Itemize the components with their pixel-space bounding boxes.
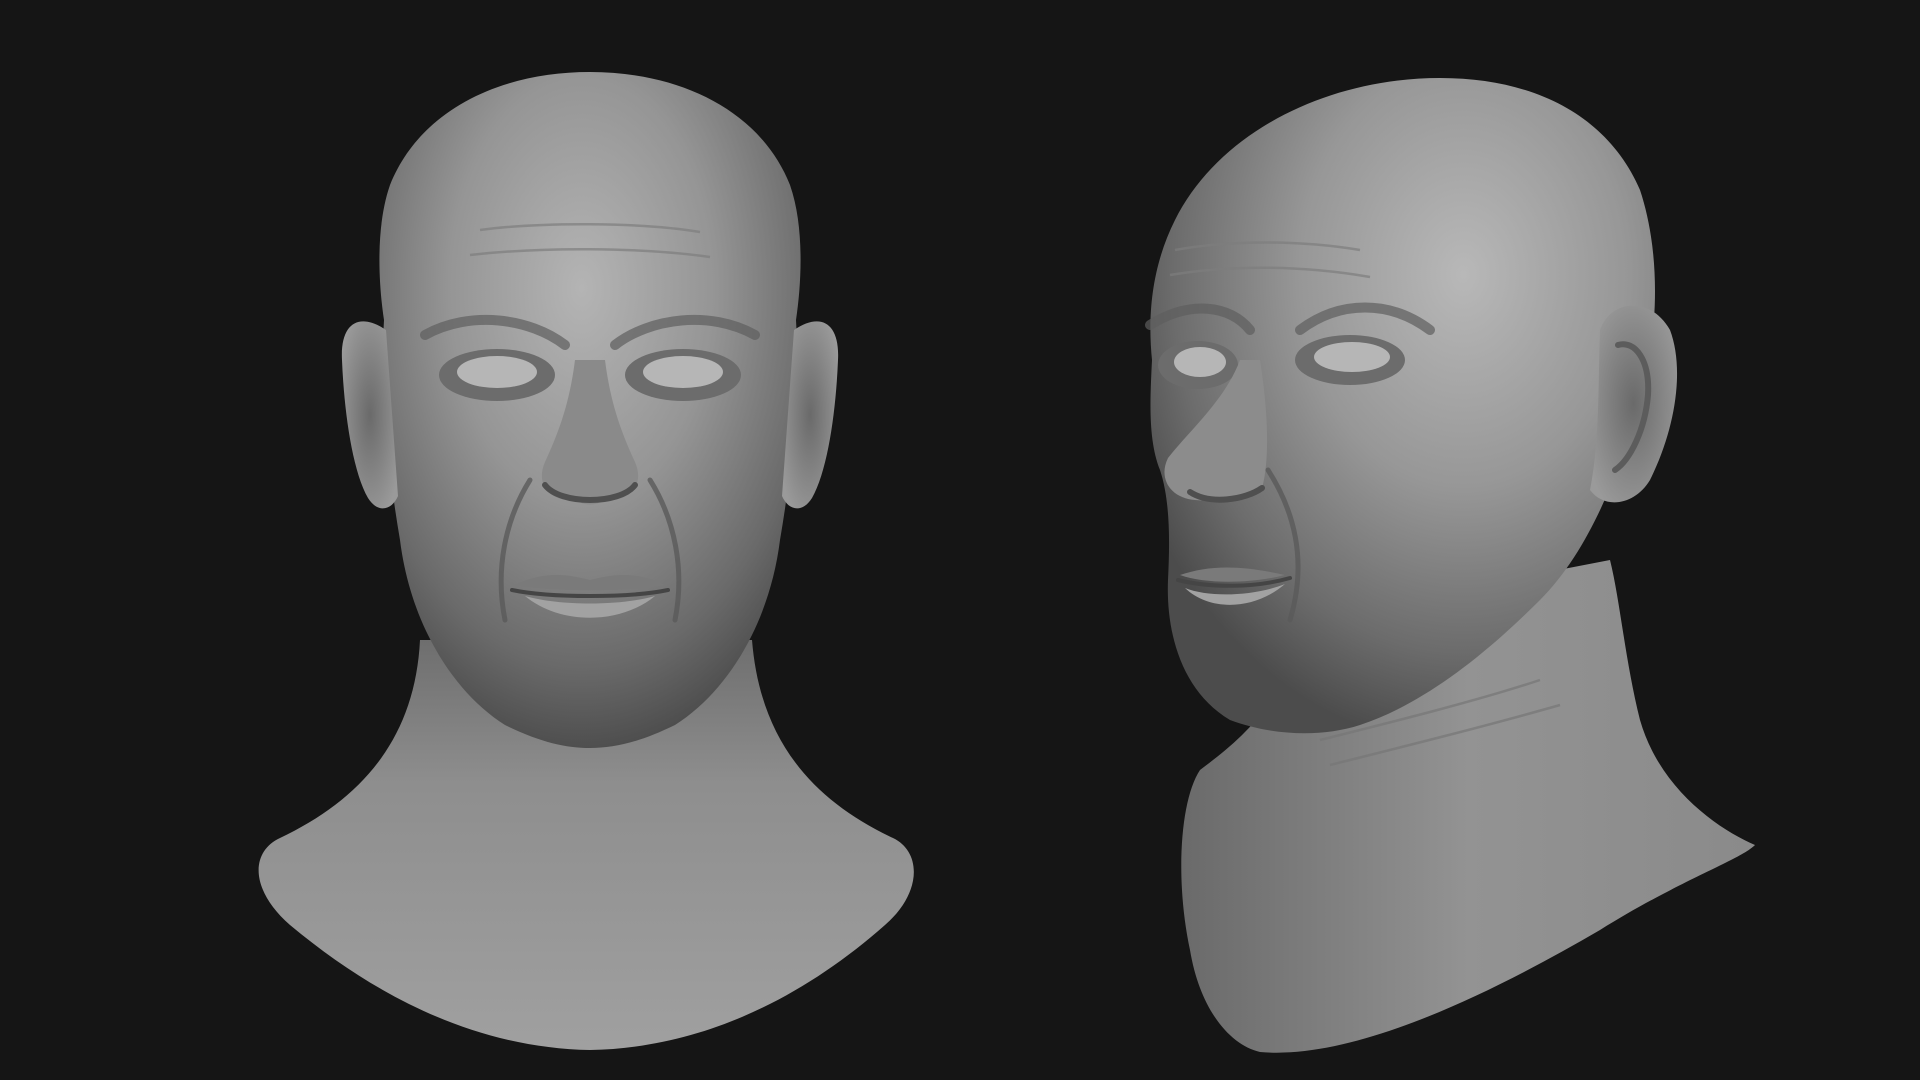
side-ear: [1590, 305, 1678, 503]
sculpt-render-viewport: [0, 0, 1920, 1080]
side-right-eyeball: [1314, 342, 1390, 372]
front-right-eyeball: [643, 356, 723, 388]
three-quarter-view-head: [1145, 78, 1755, 1053]
front-view-head: [258, 72, 914, 1050]
front-left-eyeball: [457, 356, 537, 388]
render-canvas: [258, 72, 1755, 1053]
side-left-eyeball: [1174, 347, 1226, 377]
